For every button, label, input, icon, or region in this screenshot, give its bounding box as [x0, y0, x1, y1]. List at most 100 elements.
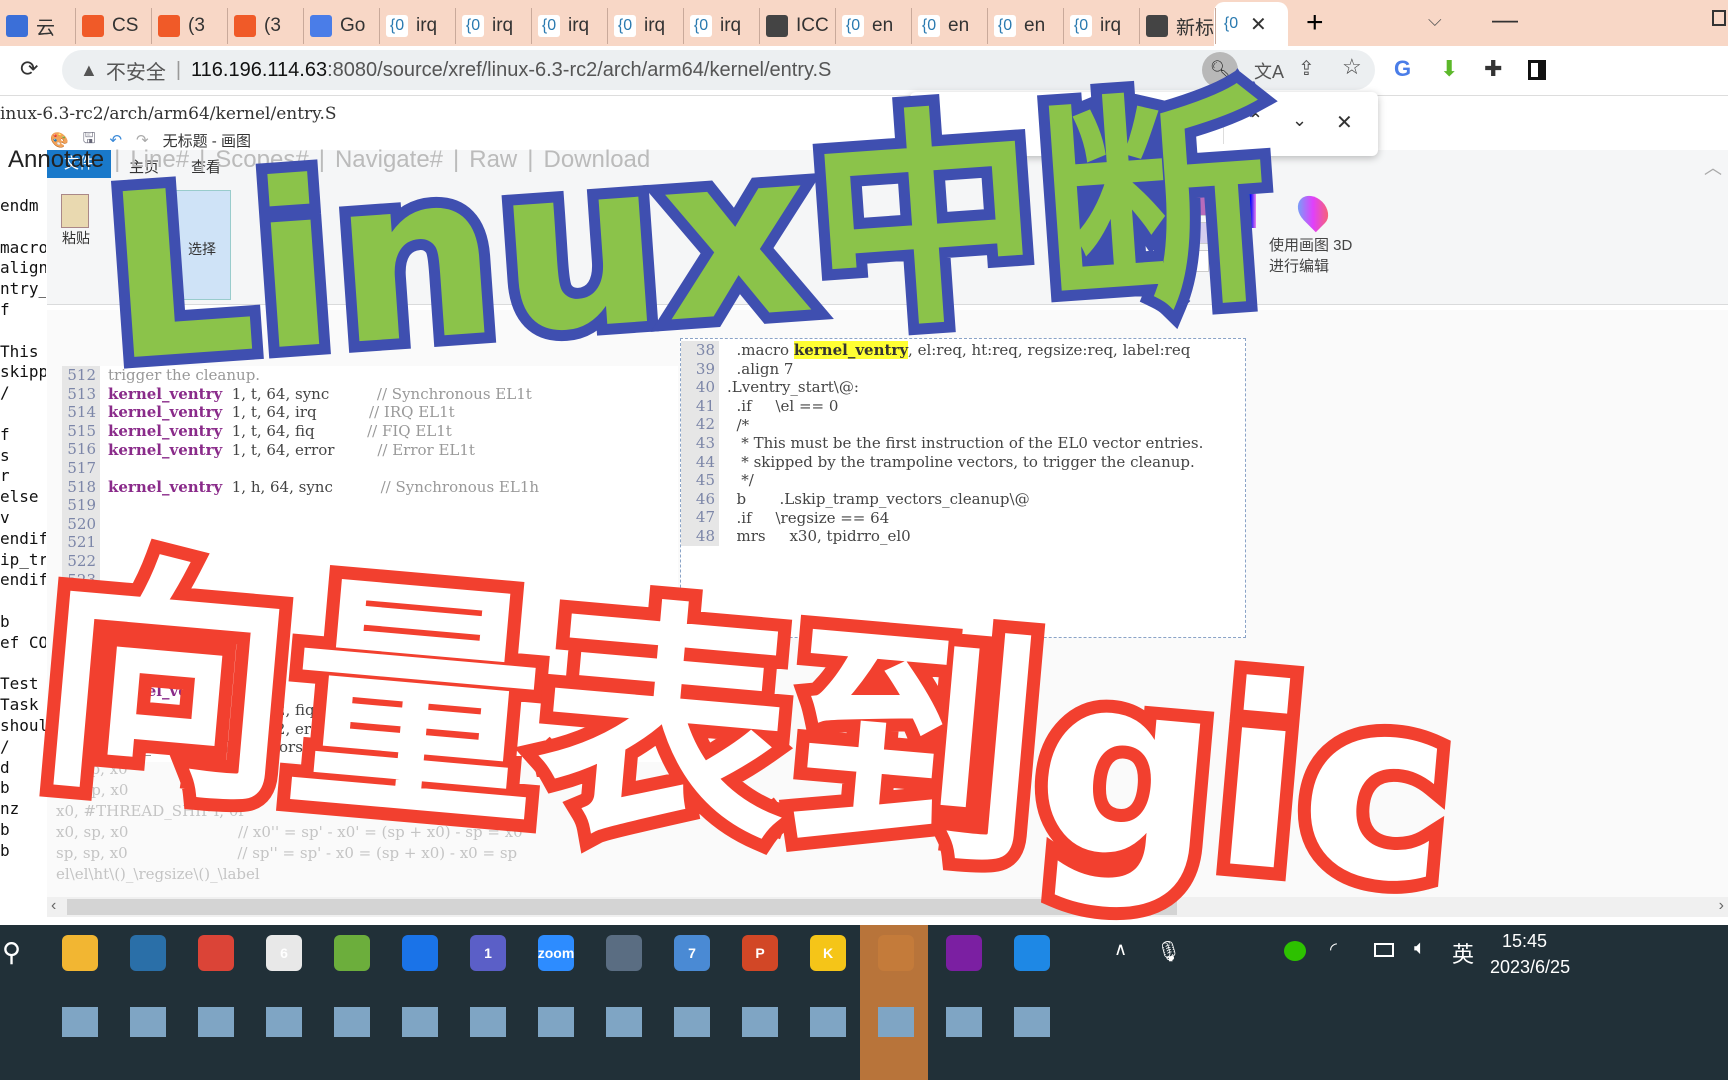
battery-icon[interactable] — [1374, 943, 1394, 957]
source-line: v — [0, 507, 10, 527]
line-number[interactable]: 515 — [62, 421, 100, 441]
clock-time[interactable]: 15:45 — [1502, 931, 1547, 952]
slack-icon[interactable]: 6 — [266, 935, 302, 971]
browser-tab[interactable]: {0 irq — [456, 8, 532, 44]
notepad-icon[interactable] — [334, 935, 370, 971]
line-number[interactable]: 41 — [681, 396, 719, 416]
source-line: / — [0, 383, 10, 403]
side-panel-icon[interactable] — [1528, 60, 1546, 80]
code-text: /* — [719, 416, 750, 434]
tab-label: en — [872, 15, 894, 36]
powerpoint-icon[interactable]: P — [742, 935, 778, 971]
line-number[interactable]: 45 — [681, 471, 719, 490]
restore-button[interactable] — [1712, 10, 1726, 26]
zoom-icon[interactable]: zoom — [538, 935, 574, 971]
code-body: .if \regsize == 64 — [727, 508, 890, 527]
code-line: 516 kernel_ventry 1, t, 64, error // Erro… — [62, 440, 678, 459]
code-text: kernel_ventry 1, t, 64, fiq // FIQ EL1t — [100, 422, 452, 440]
search-icon[interactable]: ⚲ — [2, 937, 21, 968]
ime-indicator[interactable]: 英 — [1452, 937, 1474, 969]
share-icon[interactable]: ⇪ — [1298, 56, 1315, 81]
clipboard-icon — [61, 194, 89, 228]
tab-label: irq — [720, 15, 742, 36]
minimize-button[interactable]: — — [1492, 4, 1518, 35]
find-next-icon[interactable]: ⌄ — [1292, 110, 1307, 131]
reload-icon[interactable]: ⟳ — [20, 56, 38, 82]
source-line: ef CONFIG — [0, 632, 46, 652]
browser-tab[interactable]: ICC — [760, 8, 836, 44]
line-number[interactable]: 513 — [62, 384, 100, 404]
line-number[interactable]: 44 — [681, 452, 719, 472]
new-tab-button[interactable]: + — [1306, 6, 1324, 40]
browser-tab[interactable]: Go — [304, 8, 380, 44]
line-number[interactable]: 512 — [62, 366, 100, 385]
source-line: else — [0, 487, 39, 507]
browser-tab[interactable]: CS — [76, 8, 152, 44]
extensions-puzzle-icon[interactable]: ✚ — [1484, 56, 1502, 82]
download-ext-icon[interactable]: ⬇ — [1440, 56, 1458, 82]
scroll-right-icon[interactable]: › — [1719, 897, 1724, 915]
find-close-icon[interactable]: ✕ — [1336, 110, 1353, 135]
taskbar-running-indicator — [742, 1007, 778, 1037]
code-text: .if \regsize == 64 — [719, 508, 890, 527]
browser-tab[interactable]: {0 irq — [380, 8, 456, 44]
paste-button[interactable]: 粘贴 — [61, 194, 91, 248]
chrome-icon[interactable] — [198, 935, 234, 971]
scroll-left-icon[interactable]: ‹ — [51, 897, 56, 915]
google-translate-ext-icon[interactable]: G — [1394, 56, 1411, 82]
browser-tab[interactable]: (3 — [152, 8, 228, 44]
app-swirl-icon[interactable] — [130, 935, 166, 971]
browser-tab[interactable]: {0 irq — [608, 8, 684, 44]
globe-icon — [766, 15, 788, 37]
opengrok-icon: {0 — [842, 15, 864, 37]
source-line: b — [0, 840, 10, 860]
lark-icon[interactable] — [402, 935, 438, 971]
tab-label: irq — [644, 15, 666, 36]
teams-icon[interactable]: 1 — [470, 935, 506, 971]
line-number[interactable]: 42 — [681, 415, 719, 434]
code-line: 515 kernel_ventry 1, t, 64, fiq // FIQ EL… — [62, 421, 678, 441]
volume-icon[interactable]: 🔈︎ — [1414, 937, 1426, 960]
paste-label: 粘贴 — [62, 230, 90, 246]
code-line: 45 */ — [681, 471, 1245, 490]
clock-date[interactable]: 2023/6/25 — [1490, 957, 1570, 978]
code-text: */ — [719, 471, 754, 489]
nav-annotate[interactable]: Annotate — [8, 146, 104, 174]
paint-icon[interactable] — [878, 935, 914, 971]
opengrok-icon: {0 — [918, 15, 940, 37]
taskbar-running-indicator — [402, 1007, 438, 1037]
wifi-icon[interactable]: ◜ — [1330, 939, 1337, 960]
pen-app-icon[interactable] — [946, 935, 982, 971]
taskbar-running-indicator — [538, 1007, 574, 1037]
line-number[interactable]: 514 — [62, 403, 100, 422]
source-line: ntry_start — [0, 279, 46, 299]
line-number[interactable]: 46 — [681, 489, 719, 509]
line-number[interactable]: 516 — [62, 440, 100, 459]
file-explorer-icon[interactable] — [62, 935, 98, 971]
browser-tab[interactable]: {0 irq — [532, 8, 608, 44]
screen-recorder-icon[interactable] — [1014, 935, 1050, 971]
microphone-icon[interactable]: 🎙︎ — [1156, 939, 1181, 964]
source-line — [0, 321, 46, 342]
tray-overflow-icon[interactable]: ∧ — [1114, 939, 1127, 960]
kuaishou-icon[interactable]: K — [810, 935, 846, 971]
opengrok-icon: {0 — [690, 15, 712, 37]
bookmark-star-icon[interactable]: ☆ — [1342, 54, 1362, 80]
browser-tab[interactable]: (3 — [228, 8, 304, 44]
source-line: This — [0, 341, 39, 361]
taskbar-running-indicator — [1014, 1007, 1050, 1037]
wechat-icon[interactable] — [1284, 941, 1306, 961]
source-line: macro — [0, 237, 46, 257]
browser-tab[interactable]: 云 — [0, 8, 76, 44]
paint3d-button[interactable]: 使用画图 3D 进行编辑 — [1269, 234, 1357, 276]
browser-tab[interactable]: {0 irq — [684, 8, 760, 44]
tab-search-chevron-icon[interactable]: ⌵ — [1428, 10, 1442, 31]
line-number[interactable]: 43 — [681, 433, 719, 453]
calculator-icon[interactable]: 7 — [674, 935, 710, 971]
source-line — [0, 591, 46, 612]
collapse-ribbon-icon[interactable]: ︿ — [1704, 154, 1722, 180]
source-line: endif — [0, 528, 46, 548]
virtualbox-icon[interactable] — [606, 935, 642, 971]
tab-label: irq — [492, 15, 514, 36]
opengrok-icon: {0 — [538, 15, 560, 37]
